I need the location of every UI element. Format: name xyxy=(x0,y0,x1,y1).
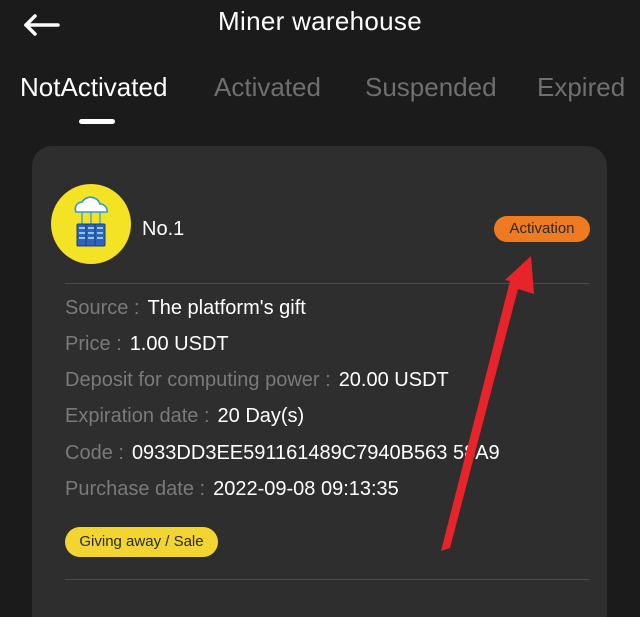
giving-away-sale-button[interactable]: Giving away / Sale xyxy=(65,527,218,557)
info-row-deposit: Deposit for computing power : 20.00 USDT xyxy=(65,369,449,392)
header: Miner warehouse xyxy=(0,0,640,48)
miner-card: No.1 Activation Source : The platform's g… xyxy=(32,146,607,617)
cloud-server-icon xyxy=(74,196,108,247)
source-value: The platform's gift xyxy=(147,297,306,319)
miner-avatar xyxy=(51,184,131,264)
expiration-value: 20 Day(s) xyxy=(217,405,305,427)
miner-name: No.1 xyxy=(142,218,185,240)
divider xyxy=(65,579,589,580)
info-row-purchase-date: Purchase date : 2022-09-08 09:13:35 xyxy=(65,478,399,501)
divider xyxy=(65,283,589,284)
active-tab-indicator xyxy=(79,119,115,124)
tab-notactivated[interactable]: NotActivated xyxy=(20,72,167,103)
deposit-value: 20.00 USDT xyxy=(338,369,449,391)
expiration-label: Expiration date : xyxy=(65,405,210,427)
code-label: Code : xyxy=(65,442,124,464)
miner-warehouse-page: Miner warehouse NotActivated Activated S… xyxy=(0,0,640,617)
price-value: 1.00 USDT xyxy=(129,333,229,355)
price-label: Price : xyxy=(65,333,122,355)
info-row-code: Code : 0933DD3EE591161489C7940B563 58A9 xyxy=(65,442,500,465)
purchase-date-value: 2022-09-08 09:13:35 xyxy=(213,478,399,500)
code-value: 0933DD3EE591161489C7940B563 58A9 xyxy=(131,442,500,464)
info-row-expiration: Expiration date : 20 Day(s) xyxy=(65,405,304,428)
tab-expired[interactable]: Expired xyxy=(537,72,625,103)
info-row-price: Price : 1.00 USDT xyxy=(65,333,229,356)
tab-activated[interactable]: Activated xyxy=(214,72,321,103)
page-title: Miner warehouse xyxy=(218,6,422,36)
source-label: Source : xyxy=(65,297,140,319)
info-row-source: Source : The platform's gift xyxy=(65,297,306,320)
tab-suspended[interactable]: Suspended xyxy=(365,72,497,103)
deposit-label: Deposit for computing power : xyxy=(65,369,331,391)
purchase-date-label: Purchase date : xyxy=(65,478,206,500)
activation-button[interactable]: Activation xyxy=(494,216,590,242)
